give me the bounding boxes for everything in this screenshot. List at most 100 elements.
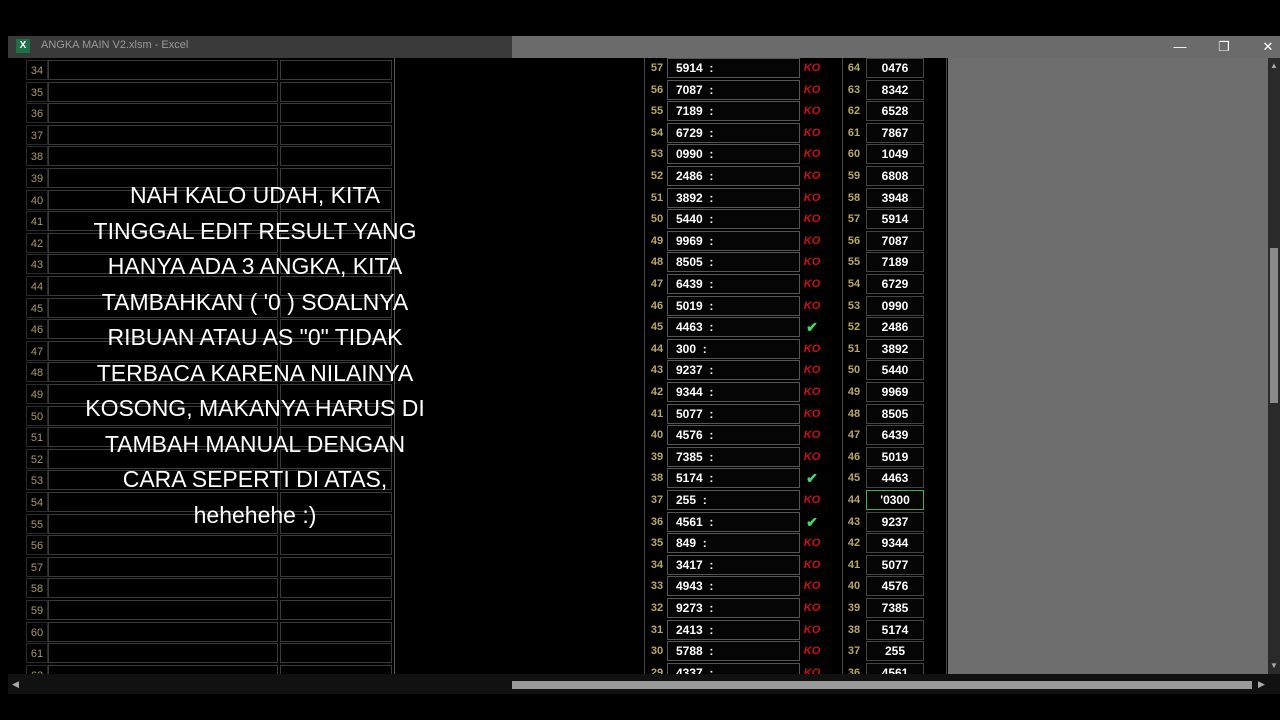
empty-sheet-area[interactable] [948,58,1268,674]
horizontal-scroll-thumb[interactable] [512,681,1252,689]
compare-value[interactable]: 1049 [866,144,924,165]
result-value[interactable]: 5788 : [667,641,800,662]
compare-value[interactable]: 4561 [866,662,924,674]
active-cell[interactable]: '0300 [866,490,924,510]
sheet-cell[interactable] [48,664,278,674]
result-value[interactable]: 2486 : [667,166,800,186]
compare-value[interactable]: 3948 [866,187,924,208]
result-value[interactable]: 9344 : [667,382,800,402]
result-value[interactable]: 5914 : [667,58,800,78]
sheet-cell[interactable] [280,578,392,599]
result-value[interactable]: 255 : [667,490,800,510]
compare-value[interactable]: 2486 [866,317,924,338]
result-value[interactable]: 4943 : [667,576,800,597]
compare-value[interactable]: 5914 [866,209,924,230]
result-value[interactable]: 7189 : [667,101,800,122]
sheet-cell[interactable] [280,621,392,642]
compare-value[interactable]: 7189 [866,252,924,273]
result-value[interactable]: 3417 : [667,554,800,575]
scroll-left-icon[interactable]: ◀ [12,679,19,690]
sheet-cell[interactable] [48,60,278,80]
sheet-cell[interactable] [280,600,392,620]
result-value[interactable]: 7385 : [667,446,800,467]
scroll-down-icon[interactable]: ▼ [1268,660,1280,672]
result-value[interactable]: 4561 : [667,511,800,532]
sheet-cell[interactable] [48,146,278,167]
sheet-cell[interactable] [280,103,392,124]
sheet-cell[interactable] [280,60,392,80]
vertical-scrollbar[interactable]: ▲ ▼ [1268,58,1280,674]
result-value[interactable]: 6439 : [667,274,800,294]
row-number: 62 [26,664,48,674]
compare-value[interactable]: 6808 [866,166,924,186]
result-value[interactable]: 5019 : [667,295,800,316]
compare-value[interactable]: 9969 [866,382,924,402]
compare-value[interactable]: 6729 [866,274,924,294]
result-value[interactable]: 4576 : [667,425,800,446]
result-value[interactable]: 4463 : [667,317,800,338]
result-value[interactable]: 5440 : [667,209,800,230]
compare-value[interactable]: 6528 [866,101,924,122]
compare-value[interactable]: 255 [866,641,924,662]
sheet-cell[interactable] [280,664,392,674]
sheet-cell[interactable] [48,600,278,620]
result-value[interactable]: 849 : [667,533,800,554]
compare-value[interactable]: 7087 [866,230,924,251]
compare-value[interactable]: 4463 [866,468,924,489]
compare-value[interactable]: 7385 [866,598,924,618]
compare-value[interactable]: 3892 [866,338,924,359]
restore-button[interactable]: ❐ [1202,36,1246,58]
close-button[interactable]: ✕ [1246,36,1280,58]
horizontal-scrollbar[interactable]: ◀ ▶ [8,674,1280,694]
compare-value[interactable]: 9237 [866,511,924,532]
sheet-cell[interactable] [48,621,278,642]
sheet-cell[interactable] [280,146,392,167]
compare-value[interactable]: 5077 [866,554,924,575]
compare-value[interactable]: 8342 [866,79,924,100]
row-number: 55 [26,513,48,534]
result-value[interactable]: 9273 : [667,598,800,618]
compare-value[interactable]: 8505 [866,403,924,424]
result-value[interactable]: 2413 : [667,619,800,640]
compare-value[interactable]: 4576 [866,576,924,597]
ko-mark: KO [803,126,821,139]
compare-value[interactable]: 0990 [866,295,924,316]
sheet-cell[interactable] [280,643,392,664]
result-value[interactable]: 9237 : [667,360,800,381]
sheet-cell[interactable] [48,556,278,577]
sheet-cell[interactable] [280,81,392,102]
minimize-button[interactable]: — [1158,36,1202,58]
result-value[interactable]: 8505 : [667,252,800,273]
compare-value[interactable]: 5019 [866,446,924,467]
scroll-right-icon[interactable]: ▶ [1258,679,1265,690]
result-value[interactable]: 9969 : [667,230,800,251]
result-value[interactable]: 0990 : [667,144,800,165]
sheet-cell[interactable] [48,103,278,124]
sheet-cell[interactable] [48,124,278,145]
ko-mark: KO [803,364,821,377]
sheet-cell[interactable] [48,81,278,102]
result-value[interactable]: 3892 : [667,187,800,208]
sheet-cell[interactable] [48,578,278,599]
result-value[interactable]: 300 : [667,338,800,359]
result-value[interactable]: 4337 : [667,662,800,674]
compare-index: 44 [847,494,861,506]
result-value[interactable]: 6729 : [667,122,800,143]
sheet-cell[interactable] [280,556,392,577]
result-value[interactable]: 7087 : [667,79,800,100]
compare-value[interactable]: 0476 [866,58,924,78]
sheet-cell[interactable] [48,643,278,664]
sheet-cell[interactable] [280,535,392,556]
sheet-cell[interactable] [280,124,392,145]
compare-value[interactable]: 9344 [866,533,924,554]
compare-value[interactable]: 5440 [866,360,924,381]
compare-value[interactable]: 7867 [866,122,924,143]
vertical-scroll-thumb[interactable] [1270,248,1278,403]
scroll-up-icon[interactable]: ▲ [1268,60,1280,72]
compare-value[interactable]: 5174 [866,619,924,640]
result-index: 45 [650,321,664,334]
result-value[interactable]: 5077 : [667,403,800,424]
compare-value[interactable]: 6439 [866,425,924,446]
result-value[interactable]: 5174 : [667,468,800,489]
sheet-cell[interactable] [48,535,278,556]
